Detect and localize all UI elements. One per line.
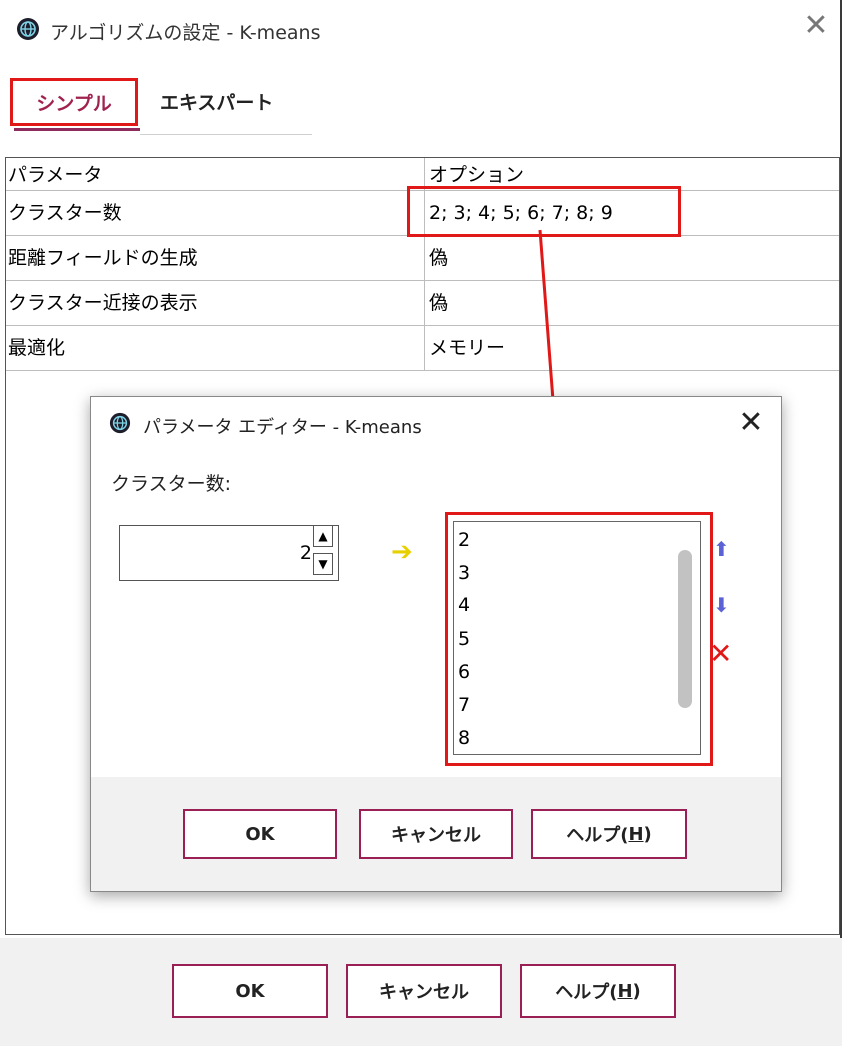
help-label-end: ) [643, 823, 652, 845]
help-label: ヘルプ( [566, 825, 629, 846]
ok-button[interactable]: OK [172, 964, 328, 1018]
ok-button[interactable]: OK [183, 809, 337, 859]
dialog-title: パラメータ エディター - K-means [143, 417, 422, 438]
column-header-parameter: パラメータ [8, 164, 103, 186]
parameter-editor-dialog: パラメータ エディター - K-means ✕ クラスター数: 2 ▲ ▼ ➔ … [90, 396, 782, 892]
cancel-button[interactable]: キャンセル [346, 964, 502, 1018]
spinner-value[interactable]: 2 [120, 526, 312, 580]
param-value[interactable]: 偽 [424, 281, 838, 325]
param-value[interactable]: メモリー [424, 326, 838, 370]
field-label: クラスター数: [111, 473, 232, 495]
highlight-box [445, 512, 713, 766]
close-icon[interactable]: ✕ [796, 6, 836, 46]
tab-simple[interactable]: シンプル [10, 78, 138, 126]
globe-icon [17, 18, 39, 40]
help-button[interactable]: ヘルプ(H) [531, 809, 687, 859]
globe-icon [109, 412, 131, 434]
cancel-button[interactable]: キャンセル [359, 809, 513, 859]
active-tab-indicator [14, 128, 140, 131]
tab-expert[interactable]: エキスパート [160, 88, 273, 115]
help-access-key: H [628, 823, 644, 845]
spin-up-button[interactable]: ▲ [313, 525, 333, 547]
arrow-down-icon[interactable]: ⬇ [713, 593, 730, 617]
table-row[interactable]: 距離フィールドの生成 偽 [6, 236, 839, 281]
param-name: 最適化 [8, 337, 66, 359]
param-value[interactable]: 偽 [424, 236, 838, 280]
arrow-right-icon[interactable]: ➔ [391, 537, 413, 567]
table-row[interactable]: 最適化 メモリー [6, 326, 839, 371]
delete-x-icon[interactable]: ✕ [709, 637, 732, 670]
window-title: アルゴリズムの設定 - K-means [50, 22, 321, 44]
help-access-key: H [617, 980, 633, 1002]
close-icon[interactable]: ✕ [731, 403, 771, 443]
arrow-up-icon[interactable]: ⬆ [713, 537, 730, 561]
help-button[interactable]: ヘルプ(H) [520, 964, 676, 1018]
tab-divider [140, 134, 312, 135]
help-label-end: ) [632, 980, 641, 1002]
cluster-count-spinner[interactable]: 2 [119, 525, 339, 581]
window-edge [840, 0, 842, 1046]
param-name: 距離フィールドの生成 [8, 247, 198, 269]
table-row[interactable]: クラスター近接の表示 偽 [6, 281, 839, 326]
param-name: クラスター近接の表示 [8, 292, 198, 314]
spin-down-button[interactable]: ▼ [313, 553, 333, 575]
help-label: ヘルプ( [555, 982, 618, 1003]
param-name: クラスター数 [8, 202, 122, 224]
